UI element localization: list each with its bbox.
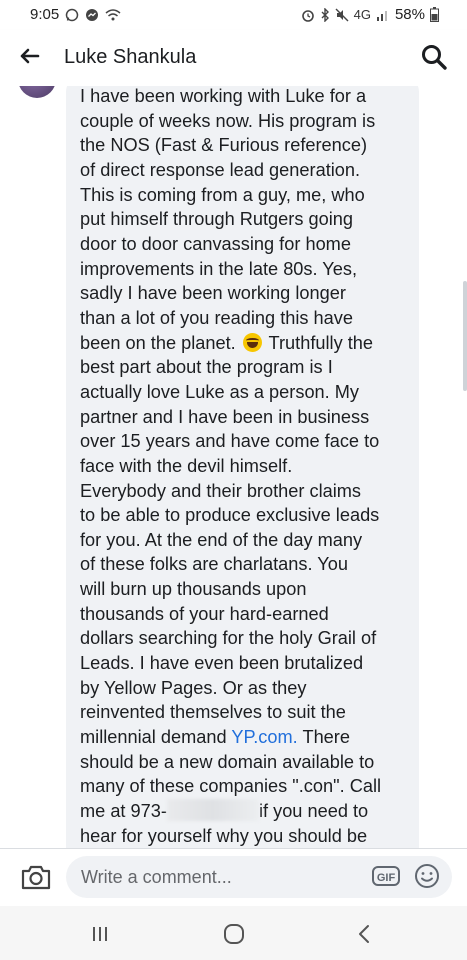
scrollbar[interactable] [463,281,467,391]
comment-line: to be able to produce exclusive leads [80,505,380,526]
signal-icon [376,10,387,21]
comment-line: improvements in the late 80s. Yes, [80,258,358,279]
camera-icon[interactable] [20,863,52,891]
comment-line: thousands of your hard-earned [80,603,329,624]
messenger-icon [86,8,99,21]
comment-line: dollars searching for the holy Grail of [80,628,377,649]
network-type: 4G [353,7,371,22]
comment-line: many of these companies ".con". Call [80,776,382,797]
comment-line: of direct response lead generation. [80,159,361,180]
comment-text: I have been working with Luke for a coup… [80,86,416,848]
status-right: 4G 58% [301,6,439,23]
smiley-icon[interactable] [414,863,440,889]
comment-line: of these folks are charlatans. You [80,554,348,575]
home-icon[interactable] [220,920,248,948]
comment-line: reinvented themselves to suit the [80,702,346,723]
comment-line-part: There [302,727,350,748]
back-icon[interactable] [350,920,378,948]
status-bar: 9:05 4G 58% [0,0,467,30]
comment-line: couple of weeks now. His program is [80,110,376,131]
status-left: 9:05 [30,6,121,23]
comment-line: I have been working with Luke for a [80,86,367,106]
gif-button[interactable]: GIF [372,866,400,886]
laughing-emoji-icon [242,332,262,352]
comment-line-with-link: millennial demand YP.com. There [80,725,416,750]
comment-line: door to door canvassing for home [80,233,351,254]
comment-line: actually love Luke as a person. My [80,381,360,402]
comment-line-part: if you need to [258,801,369,822]
comment-line: This is coming from a guy, me, who [80,184,365,205]
comment-input[interactable]: Write a comment... GIF [66,856,452,898]
battery-percent: 58% [394,6,425,23]
comment-line: over 15 years and have come face to [80,431,380,452]
comment-line: should be a new domain available to [80,751,375,772]
comment-line: sadly I have been working longer [80,283,346,304]
page-title: Luke Shankula [64,46,197,68]
comment-line-part: me at 973- [80,801,167,822]
comment-line: for you. At the end of the day many [80,529,363,550]
comment-line: best part about the program is I [80,357,333,378]
system-nav-bar [0,906,467,960]
comment-line: will burn up thousands upon [80,579,307,600]
comment-line: partner and I have been in business [80,406,370,427]
comment-line-with-emoji: been on the planet. Truthfully the [80,331,416,356]
alarm-icon [301,9,314,22]
arrow-left-icon[interactable] [16,42,44,70]
comment-line: than a lot of you reading this have [80,307,353,328]
comment-line: hear for yourself why you should be [80,825,368,846]
mute-icon [335,8,349,21]
comment-line: the NOS (Fast & Furious reference) [80,135,368,156]
redacted-phone-number [166,799,259,822]
comment-line-with-redaction: me at 973- if you need to [80,799,416,824]
comment-placeholder: Write a comment... [81,867,232,887]
comment-line-part: been on the planet. [80,332,236,353]
status-time: 9:05 [30,6,60,23]
comment-composer: Write a comment... GIF [0,848,467,907]
yp-link[interactable]: YP.com. [231,727,297,747]
wifi-icon [105,8,121,20]
comment-line: by Yellow Pages. Or as they [80,677,307,698]
avatar[interactable] [18,86,56,98]
comment-line: put himself through Rutgers going [80,209,353,230]
recent-apps-icon[interactable] [86,920,114,948]
battery-icon [430,7,439,22]
comment-thread[interactable]: I have been working with Luke for a coup… [0,86,467,848]
search-icon[interactable] [419,42,449,72]
comment-line-part: millennial demand [80,727,227,748]
bluetooth-icon [321,7,329,22]
app-header: Luke Shankula [0,30,467,87]
comment-line: Everybody and their brother claims [80,480,362,501]
comment-line: Leads. I have even been brutalized [80,653,364,674]
whatsapp-icon [65,8,79,21]
comment-line-part: Truthfully the [268,332,374,353]
comment-line: face with the devil himself. [80,455,293,476]
